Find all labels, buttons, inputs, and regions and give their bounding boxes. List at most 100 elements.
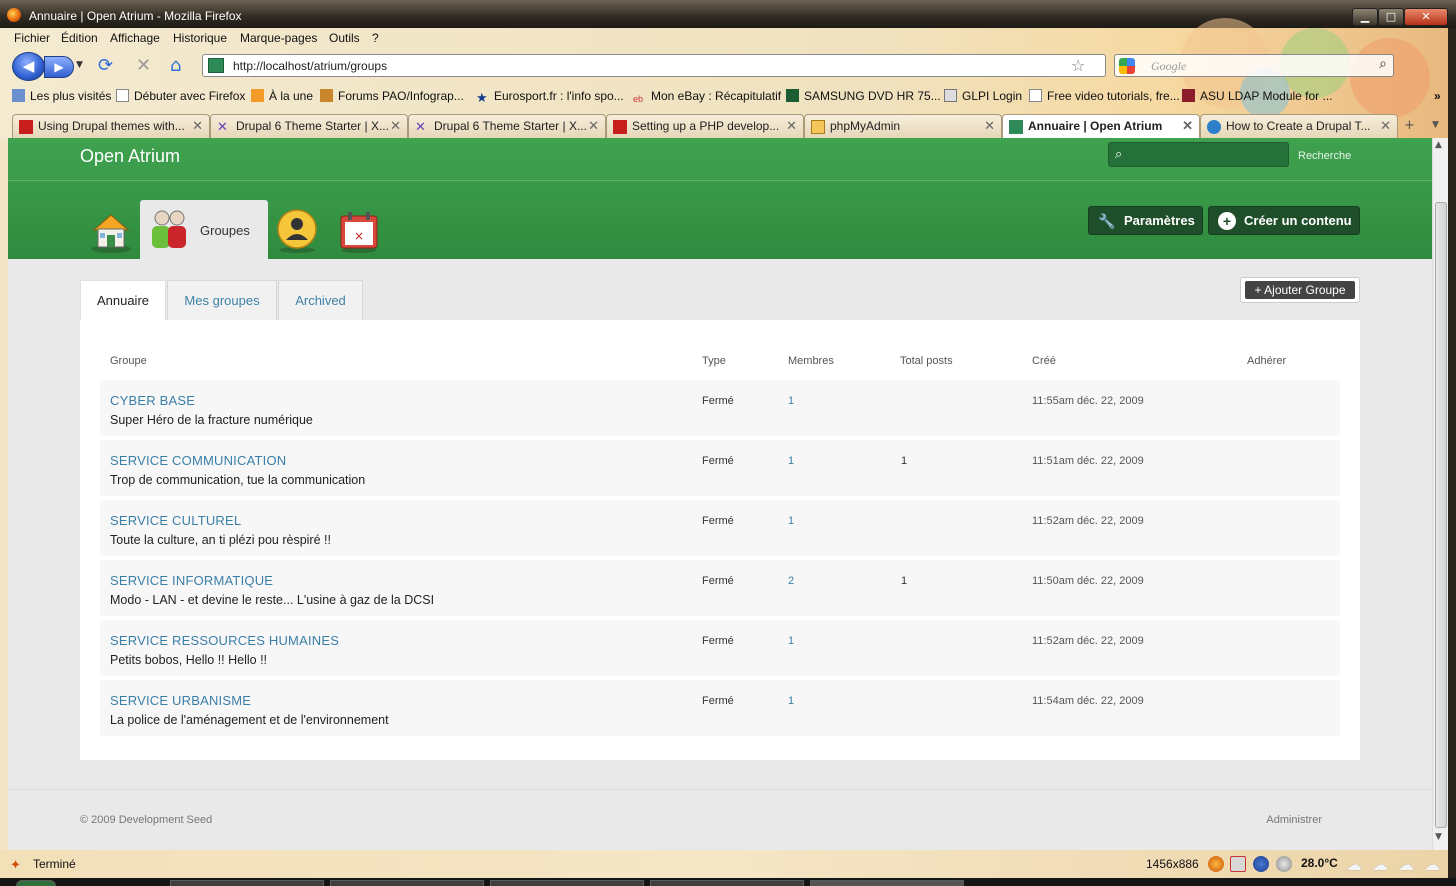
vertical-scrollbar[interactable]: ▲ ▼ [1432, 138, 1448, 850]
group-members-link[interactable]: 1 [788, 695, 794, 707]
group-name-link[interactable]: CYBER BASE [110, 393, 195, 408]
bookmark-item[interactable]: Débuter avec Firefox [116, 89, 245, 103]
addon-firefox-icon[interactable] [1208, 856, 1224, 872]
taskbar-item[interactable] [170, 880, 324, 886]
tab-close-icon[interactable]: ✕ [1380, 118, 1391, 134]
minimize-button[interactable]: ▁ [1352, 8, 1378, 26]
tab-close-icon[interactable]: ✕ [192, 118, 203, 134]
group-members-link[interactable]: 1 [788, 515, 794, 527]
maximize-button[interactable]: □ [1378, 8, 1404, 26]
column-header-type[interactable]: Type [702, 355, 726, 367]
dashboard-house-icon[interactable] [88, 208, 134, 254]
group-name-link[interactable]: SERVICE CULTUREL [110, 513, 241, 528]
taskbar-item-active[interactable] [810, 880, 964, 886]
taskbar-item[interactable] [650, 880, 804, 886]
search-label[interactable]: Recherche [1298, 150, 1351, 162]
browser-tab[interactable]: ✕ Drupal 6 Theme Starter | X... ✕ [408, 114, 606, 138]
back-button[interactable]: ◀ [12, 52, 45, 81]
profile-user-icon[interactable] [274, 208, 320, 254]
tab-archived[interactable]: Archived [278, 280, 363, 321]
google-icon[interactable] [1119, 58, 1135, 74]
scroll-down-icon[interactable]: ▼ [1435, 832, 1442, 842]
browser-tab[interactable]: ✕ Drupal 6 Theme Starter | X... ✕ [210, 114, 408, 138]
tab-mes-groupes[interactable]: Mes groupes [167, 280, 277, 321]
url-text[interactable]: http://localhost/atrium/groups [233, 59, 387, 73]
group-members-link[interactable]: 1 [788, 635, 794, 647]
menu-outils[interactable]: Outils [329, 31, 360, 45]
menu-marque-pages[interactable]: Marque-pages [240, 31, 317, 45]
browser-tab[interactable]: Setting up a PHP develop... ✕ [606, 114, 804, 138]
bookmark-item[interactable]: Les plus visités [12, 89, 111, 103]
tab-close-icon[interactable]: ✕ [1182, 118, 1193, 134]
tab-annuaire[interactable]: Annuaire [80, 280, 166, 321]
group-name-link[interactable]: SERVICE COMMUNICATION [110, 453, 286, 468]
bookmark-item[interactable]: Free video tutorials, fre... [1029, 89, 1180, 103]
browser-tab-active[interactable]: Annuaire | Open Atrium ✕ [1002, 114, 1200, 138]
tab-close-icon[interactable]: ✕ [984, 118, 995, 134]
column-header-groupe[interactable]: Groupe [110, 355, 147, 367]
tab-close-icon[interactable]: ✕ [786, 118, 797, 134]
calendar-icon[interactable]: × [336, 208, 382, 254]
tab-close-icon[interactable]: ✕ [588, 118, 599, 134]
bookmark-item[interactable]: ASU LDAP Module for ... [1182, 89, 1333, 103]
menu-edition[interactable]: Édition [61, 31, 98, 45]
bookmark-item[interactable]: À la une [251, 89, 313, 103]
home-icon[interactable]: ⌂ [170, 56, 181, 76]
group-posts: 1 [901, 455, 908, 467]
group-members-link[interactable]: 1 [788, 395, 794, 407]
address-bar[interactable]: http://localhost/atrium/groups ☆ [202, 54, 1106, 77]
group-name-link[interactable]: SERVICE INFORMATIQUE [110, 573, 273, 588]
scroll-up-icon[interactable]: ▲ [1435, 140, 1442, 150]
scrollbar-thumb[interactable] [1435, 202, 1447, 828]
addon-globe-icon[interactable] [1253, 856, 1269, 872]
bookmarks-overflow-button[interactable]: » [1434, 89, 1441, 103]
column-header-membres[interactable]: Membres [788, 355, 834, 367]
table-row: SERVICE RESSOURCES HUMAINES Petits bobos… [100, 620, 1340, 678]
bookmark-item[interactable]: SAMSUNG DVD HR 75... [786, 89, 941, 103]
menu-affichage[interactable]: Affichage [110, 31, 160, 45]
settings-button[interactable]: 🔧 Paramètres [1088, 206, 1203, 235]
addon-pdf-icon[interactable] [1230, 856, 1246, 872]
browser-search-box[interactable]: Google ⌕ [1114, 54, 1394, 77]
browser-tab[interactable]: Using Drupal themes with... ✕ [12, 114, 210, 138]
browser-tab[interactable]: phpMyAdmin ✕ [804, 114, 1002, 138]
new-tab-icon[interactable]: + [1404, 118, 1415, 133]
space-groups-tab[interactable]: Groupes [140, 200, 268, 259]
group-members-link[interactable]: 2 [788, 575, 794, 587]
menu-fichier[interactable]: Fichier [14, 31, 50, 45]
forward-button[interactable]: ▶ [44, 56, 74, 78]
bookmark-star-icon[interactable]: ☆ [1071, 56, 1085, 75]
tab-list-icon[interactable]: ▼ [1432, 120, 1439, 130]
close-window-button[interactable]: ✕ [1404, 8, 1448, 26]
site-name[interactable]: Open Atrium [80, 146, 180, 167]
bookmark-item[interactable]: eb Mon eBay : Récapitulatif [633, 89, 781, 106]
add-group-button[interactable]: + Ajouter Groupe [1240, 277, 1360, 303]
addon-clock-icon[interactable] [1276, 856, 1292, 872]
group-name-link[interactable]: SERVICE URBANISME [110, 693, 251, 708]
browser-tab[interactable]: How to Create a Drupal T... ✕ [1200, 114, 1398, 138]
group-created: 11:51am déc. 22, 2009 [1032, 455, 1144, 467]
tab-close-icon[interactable]: ✕ [390, 118, 401, 134]
start-button[interactable] [16, 880, 56, 886]
history-dropdown-icon[interactable]: ▼ [76, 60, 83, 70]
footer-admin-link[interactable]: Administrer [1266, 814, 1322, 826]
group-name-link[interactable]: SERVICE RESSOURCES HUMAINES [110, 633, 339, 648]
taskbar-item[interactable] [490, 880, 644, 886]
bookmark-item[interactable]: GLPI Login [944, 89, 1022, 103]
stop-icon[interactable]: ✕ [136, 56, 151, 76]
search-icon[interactable]: ⌕ [1379, 56, 1387, 72]
reload-icon[interactable]: ⟳ [98, 56, 113, 76]
bookmark-item[interactable]: ★ Eurosport.fr : l'info spo... [476, 89, 624, 104]
group-members-link[interactable]: 1 [788, 455, 794, 467]
taskbar-item[interactable] [330, 880, 484, 886]
create-content-button[interactable]: + Créer un contenu [1208, 206, 1360, 235]
menu-help[interactable]: ? [372, 31, 379, 45]
browser-search-input[interactable]: Google [1151, 59, 1186, 74]
group-created: 11:50am déc. 22, 2009 [1032, 575, 1144, 587]
group-description: Toute la culture, an ti plézi pou rèspir… [110, 533, 331, 547]
site-search-input[interactable]: ⌕ [1108, 142, 1289, 167]
bookmark-item[interactable]: Forums PAO/Infograp... [320, 89, 464, 103]
column-header-total-posts[interactable]: Total posts [900, 355, 953, 367]
column-header-cree[interactable]: Créé [1032, 355, 1056, 367]
menu-historique[interactable]: Historique [173, 31, 227, 45]
